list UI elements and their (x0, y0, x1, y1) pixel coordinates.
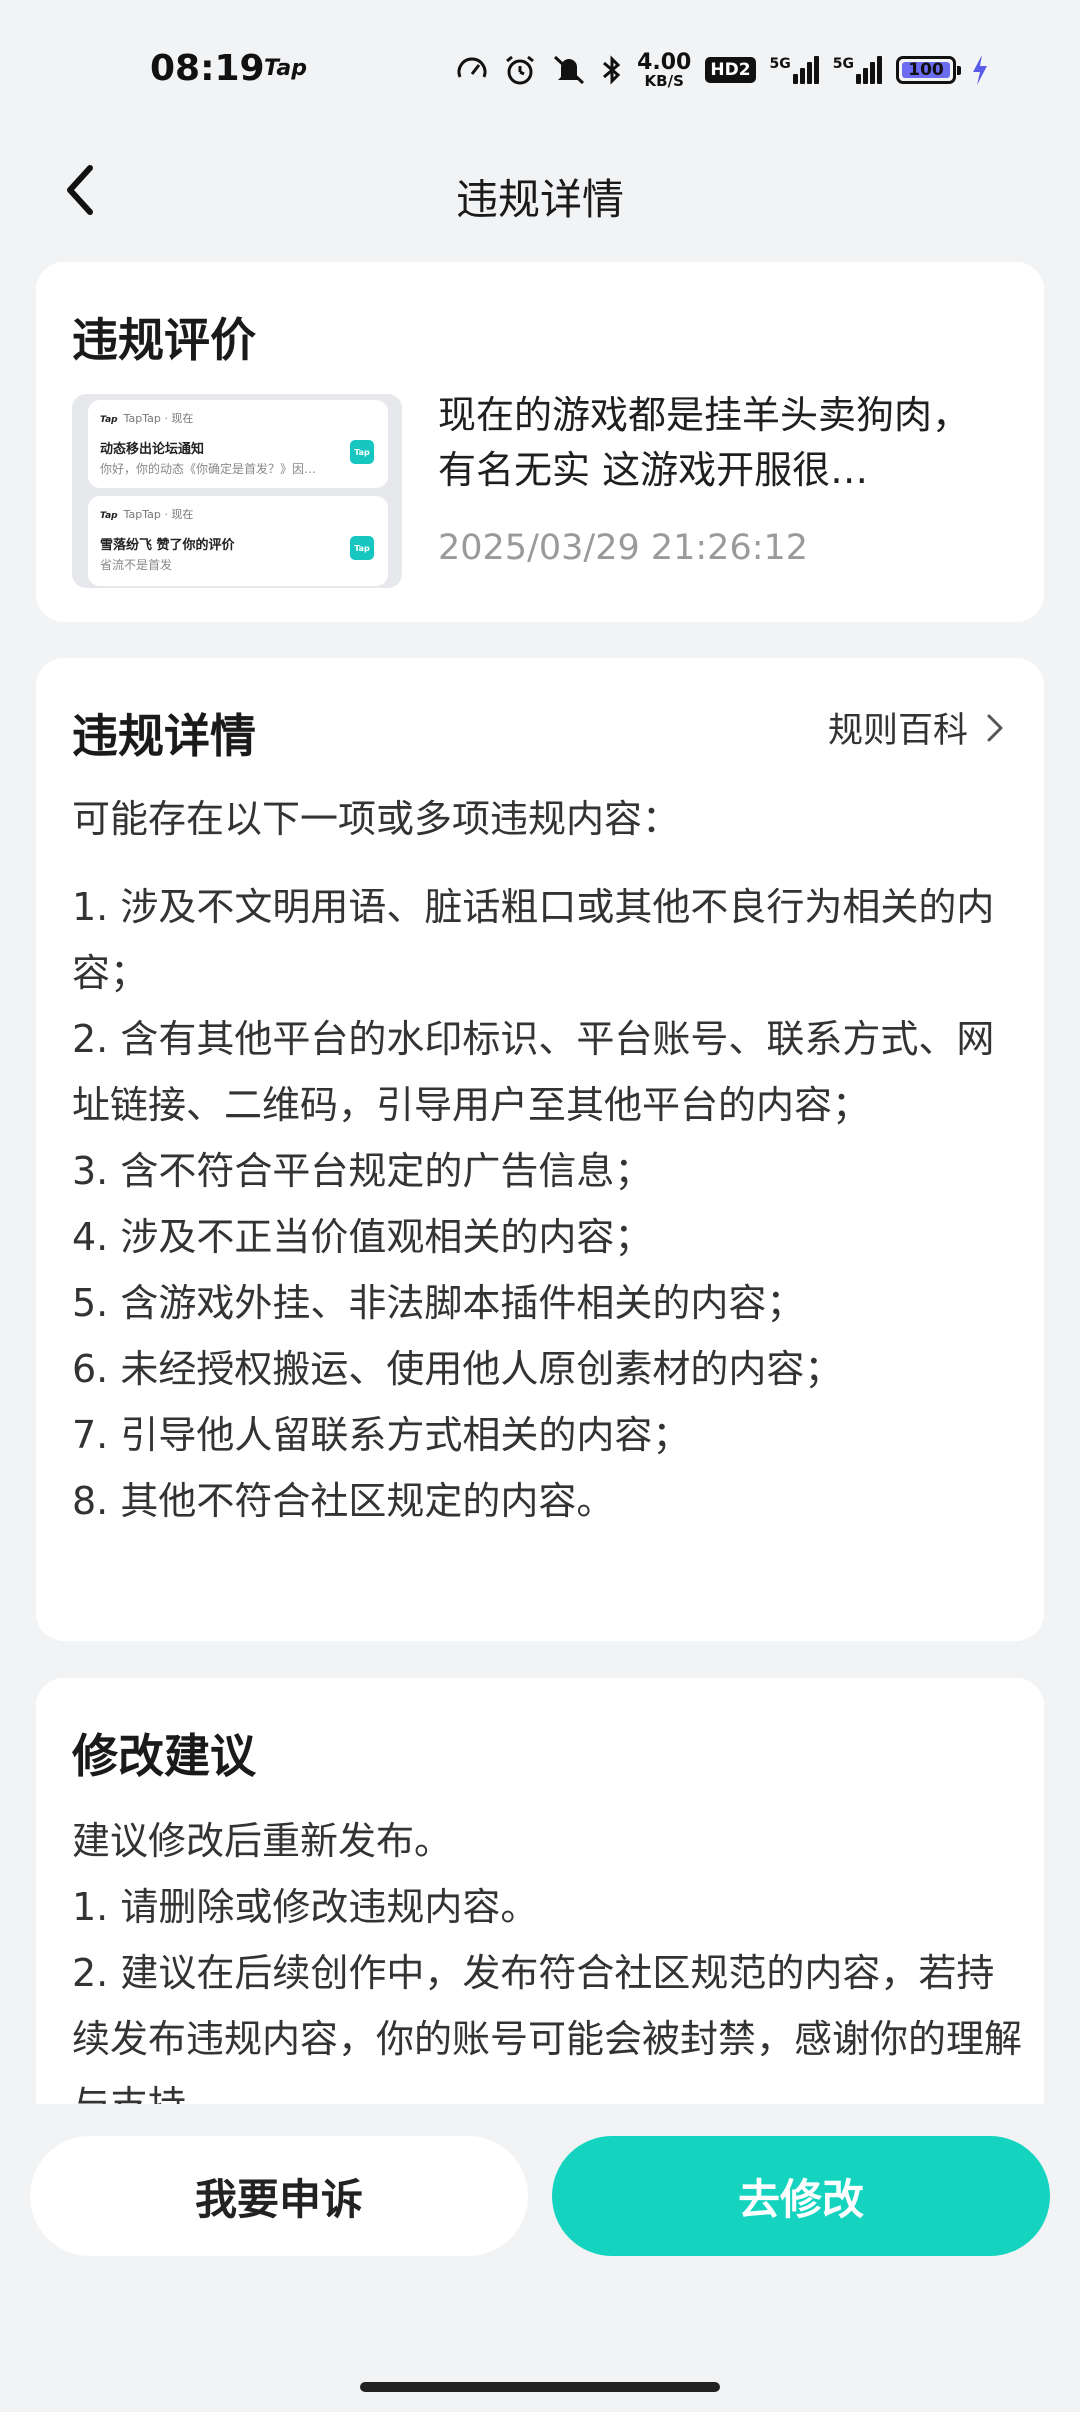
hd-voice-icon: HD2 (705, 57, 756, 83)
suggestion-intro: 建议修改后重新发布。 (72, 1819, 453, 1863)
tap-logo-icon: Tap (350, 440, 374, 464)
violation-item: 2. 含有其他平台的水印标识、平台账号、联系方式、网址链接、二维码，引导用户至其… (72, 1017, 995, 1127)
review-excerpt: 现在的游戏都是挂羊头卖狗肉，有名无实 这游戏开服很… (438, 393, 971, 492)
signal-icon-2: 5G (833, 56, 882, 84)
details-intro: 可能存在以下一项或多项违规内容： (72, 797, 681, 841)
review-card-title: 违规评价 (72, 313, 256, 367)
suggestion-item: 1. 请删除或修改违规内容。 (72, 1885, 539, 1929)
status-icons: 4.00 KB/S HD2 5G 5G 100 (455, 50, 990, 90)
violation-review-card[interactable]: 违规评价 Tap TapTap · 现在 动态移出论坛通知 你好，你的动态《你确定… (36, 262, 1044, 622)
violation-list: 1. 涉及不文明用语、脏话粗口或其他不良行为相关的内容； 2. 含有其他平台的水… (72, 874, 1012, 1534)
status-time: 08:19 (150, 48, 265, 89)
violation-item: 5. 含游戏外挂、非法脚本插件相关的内容； (72, 1281, 805, 1325)
review-thumbnail: Tap TapTap · 现在 动态移出论坛通知 你好，你的动态《你确定是首发？》… (72, 394, 402, 588)
violation-item: 3. 含不符合平台规定的广告信息； (72, 1149, 653, 1193)
review-date: 2025/03/29 21:26:12 (438, 528, 809, 568)
bluetooth-icon (601, 53, 623, 87)
appeal-button[interactable]: 我要申诉 (30, 2136, 528, 2256)
app-root: 08:19 Tap 4.00 KB/S HD2 5G 5G 100 违规详情 违… (0, 0, 1080, 2412)
mute-icon (551, 53, 587, 87)
bottom-action-bar: 我要申诉 去修改 (0, 2104, 1080, 2412)
violation-item: 8. 其他不符合社区规定的内容。 (72, 1479, 615, 1523)
home-indicator[interactable] (360, 2382, 720, 2392)
rules-wiki-link[interactable]: 规则百科 (828, 702, 1004, 753)
charging-icon (970, 53, 990, 87)
suggestion-list: 1. 请删除或修改违规内容。 2. 建议在后续创作中，发布符合社区规范的内容，若… (72, 1874, 1022, 2108)
thumbnail-notification: Tap TapTap · 现在 动态移出论坛通知 你好，你的动态《你确定是首发？》… (88, 400, 388, 488)
page-header: 违规详情 (0, 140, 1080, 240)
chevron-right-icon (987, 714, 1003, 741)
violation-item: 1. 涉及不文明用语、脏话粗口或其他不良行为相关的内容； (72, 885, 995, 995)
violation-item: 7. 引导他人留联系方式相关的内容； (72, 1413, 691, 1457)
rules-wiki-label: 规则百科 (827, 711, 968, 751)
thumbnail-notification: Tap TapTap · 现在 雪落纷飞 赞了你的评价 省流不是首发 Tap (88, 496, 388, 586)
suggestion-item: 2. 建议在后续创作中，发布符合社区规范的内容，若持续发布违规内容，你的账号可能… (72, 1951, 1023, 2108)
net-speed: 4.00 KB/S (637, 49, 692, 90)
modification-suggestion-card: 修改建议 建议修改后重新发布。 1. 请删除或修改违规内容。 2. 建议在后续创… (36, 1678, 1044, 2108)
alarm-icon (503, 53, 537, 87)
tap-logo-icon: Tap (350, 536, 374, 560)
tap-app-icon: Tap (264, 56, 307, 81)
battery-icon: 100 (896, 56, 961, 84)
status-bar: 08:19 Tap 4.00 KB/S HD2 5G 5G 100 (0, 0, 1080, 130)
signal-icon-1: 5G (770, 56, 819, 84)
details-card-title: 违规详情 (72, 709, 256, 763)
violation-item: 6. 未经授权搬运、使用他人原创素材的内容； (72, 1347, 843, 1391)
page-title: 违规详情 (455, 175, 624, 224)
violation-item: 4. 涉及不正当价值观相关的内容； (72, 1215, 653, 1259)
modify-button[interactable]: 去修改 (552, 2136, 1050, 2256)
violation-details-card: 违规详情 规则百科 可能存在以下一项或多项违规内容： 1. 涉及不文明用语、脏话… (36, 658, 1044, 1641)
speedometer-icon (455, 53, 489, 87)
suggestion-card-title: 修改建议 (72, 1729, 256, 1783)
